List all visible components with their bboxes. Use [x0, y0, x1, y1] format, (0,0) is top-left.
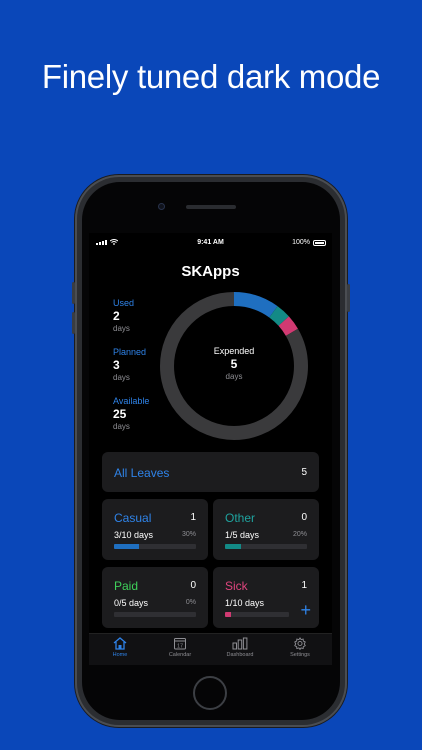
card-name: Casual	[114, 511, 152, 525]
bar-chart-icon	[232, 637, 248, 650]
plus-icon[interactable]: +	[300, 601, 311, 619]
card-days: 1/5 days	[225, 530, 260, 540]
stat-available: Available 25 days	[113, 396, 149, 431]
card-percent: 30%	[181, 531, 196, 538]
card-percent: 0%	[185, 599, 196, 606]
card-count: 1	[190, 512, 196, 523]
stat-label: Available	[113, 396, 150, 406]
card-count: 1	[301, 580, 307, 591]
headline: Finely tuned dark mode	[41, 58, 381, 95]
front-camera	[158, 203, 165, 210]
card-percent: 20%	[292, 531, 307, 538]
donut-center: Expended 5 days	[159, 346, 309, 381]
home-button[interactable]	[193, 676, 227, 710]
card-name: Paid	[114, 579, 139, 593]
all-leaves-label: All Leaves	[114, 466, 170, 480]
tab-label: Calendar	[168, 652, 192, 658]
card-days: 0/5 days	[114, 598, 149, 608]
card-count: 0	[301, 512, 307, 523]
card-name: Sick	[225, 579, 248, 593]
stat-value: 2	[113, 309, 120, 323]
stat-unit: days	[113, 324, 130, 333]
home-icon	[113, 637, 127, 650]
app-screen: 9:41 AM 100% SKApps Used 2 days Planned …	[89, 233, 332, 665]
battery-indicator: 100%	[292, 239, 326, 246]
card-progress-fill	[225, 544, 242, 549]
leave-card-other[interactable]: Other 0 1/5 days 20%	[213, 499, 319, 560]
tab-settings[interactable]: Settings	[270, 637, 330, 658]
donut-center-label: Expended	[213, 346, 255, 356]
all-leaves-card[interactable]: All Leaves 5	[102, 452, 319, 492]
status-bar: 9:41 AM 100%	[89, 238, 332, 250]
stat-used: Used 2 days	[113, 298, 134, 333]
card-progress-track	[114, 612, 196, 617]
tab-label: Home	[112, 652, 128, 658]
volume-down-button	[72, 312, 75, 334]
battery-percent: 100%	[292, 239, 310, 246]
calendar-icon: 17	[174, 638, 186, 650]
card-progress-track	[114, 544, 196, 549]
donut-center-unit: days	[225, 372, 243, 381]
stat-planned: Planned 3 days	[113, 347, 146, 382]
leave-card-casual[interactable]: Casual 1 3/10 days 30%	[102, 499, 208, 560]
card-progress-track	[225, 544, 307, 549]
tab-home[interactable]: Home	[90, 637, 150, 658]
stat-value: 25	[113, 407, 127, 421]
card-days: 1/10 days	[225, 598, 265, 608]
gear-icon	[294, 637, 306, 650]
card-progress-fill	[225, 612, 232, 617]
earpiece-speaker	[186, 205, 236, 209]
stat-unit: days	[113, 373, 130, 382]
volume-up-button	[72, 282, 75, 304]
tab-label: Dashboard	[226, 652, 254, 658]
tab-calendar[interactable]: 17 Calendar	[150, 637, 210, 658]
card-progress-fill	[114, 544, 139, 549]
tab-bar: Home 17 Calendar Dashboard Settings	[89, 633, 332, 665]
leave-card-paid[interactable]: Paid 0 0/5 days 0%	[102, 567, 208, 628]
power-button	[347, 284, 350, 312]
tab-dashboard[interactable]: Dashboard	[210, 637, 270, 658]
stat-unit: days	[113, 422, 130, 431]
stat-value: 3	[113, 358, 120, 372]
calendar-badge: 17	[177, 644, 183, 650]
donut-center-value: 5	[230, 357, 238, 371]
card-count: 0	[190, 580, 196, 591]
all-leaves-count: 5	[301, 467, 307, 478]
card-name: Other	[225, 511, 256, 525]
card-days: 3/10 days	[114, 530, 154, 540]
battery-icon	[313, 239, 326, 246]
tab-label: Settings	[290, 652, 310, 658]
leave-card-sick[interactable]: Sick 1 1/10 days +	[213, 567, 319, 628]
card-progress-track	[225, 612, 289, 617]
app-title: SKApps	[181, 263, 240, 280]
stat-label: Planned	[113, 347, 147, 357]
stat-label: Used	[113, 298, 135, 308]
